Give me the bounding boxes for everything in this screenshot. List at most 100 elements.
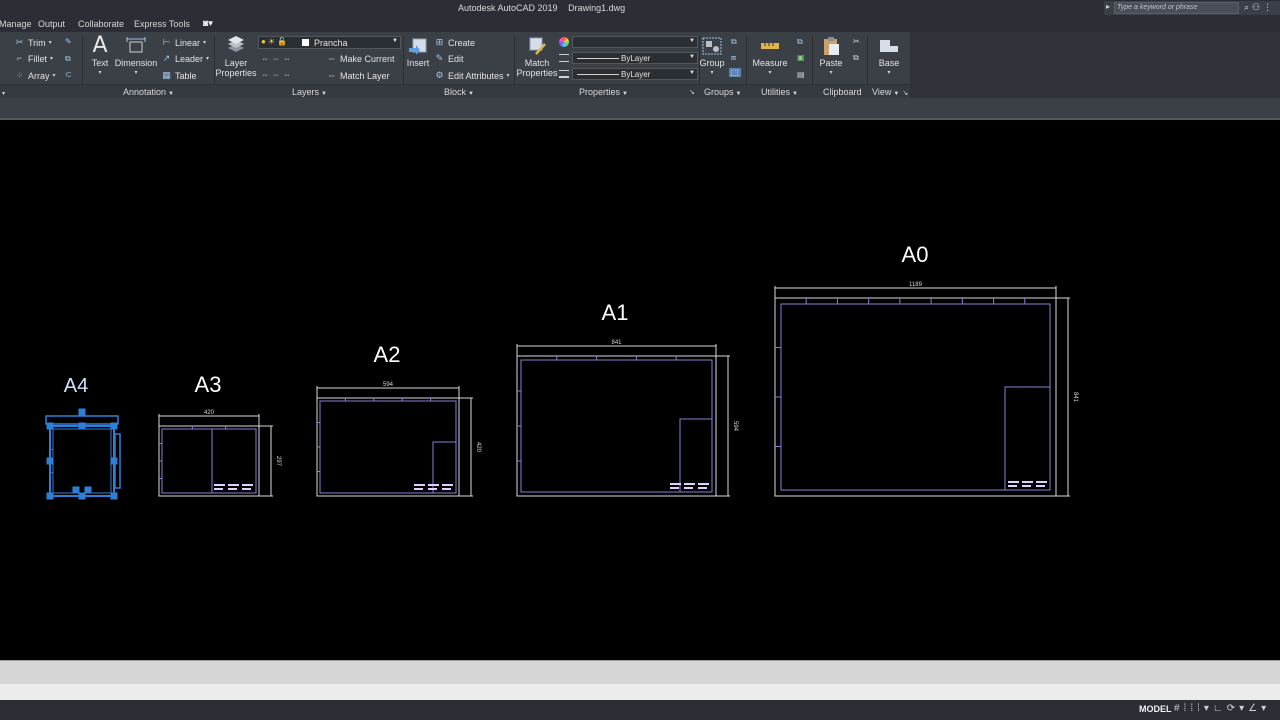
select-all-icon[interactable]: ▣: [797, 53, 805, 62]
tab-express-tools[interactable]: Express Tools: [134, 19, 190, 29]
expand-arrow-icon[interactable]: ▸: [1106, 2, 1110, 11]
dimension-button[interactable]: Dimension ▾: [113, 36, 159, 78]
group-edit-icon[interactable]: ⧈: [731, 53, 736, 63]
sheet-a2-label[interactable]: A2: [374, 342, 401, 367]
group-icon: [702, 37, 722, 55]
model-space-button[interactable]: MODEL: [1139, 704, 1172, 714]
table-button[interactable]: ▦ Table: [161, 70, 196, 81]
command-line[interactable]: [0, 660, 1280, 684]
panel-title-properties[interactable]: Properties ▼: [579, 87, 628, 97]
calculator-icon[interactable]: ▤: [797, 70, 805, 79]
drawing-svg[interactable]: A4 A3 420 297 A2 594 420 A1 841 594 A0 1189 841: [0, 120, 1280, 660]
sheet-a0-frame[interactable]: [774, 297, 1057, 497]
color-dropdown[interactable]: ▼: [572, 36, 698, 48]
sheet-a2-frame[interactable]: [316, 397, 460, 497]
text-icon: A: [92, 33, 108, 58]
drawing-canvas[interactable]: A4 A3 420 297 A2 594 420 A1 841 594 A0 1189 841: [0, 120, 1280, 660]
linetype-dropdown[interactable]: ByLayer ▼: [572, 52, 698, 64]
sheet-a1-width-dimension-text: 841: [611, 340, 622, 346]
sheet-a4-grip[interactable]: [78, 408, 86, 416]
match-properties-button[interactable]: Match Properties: [514, 36, 560, 78]
edit-attributes-button[interactable]: ⚙ Edit Attributes ▾: [434, 70, 509, 81]
make-current-button[interactable]: ⇔ Make Current: [326, 53, 395, 64]
status-toggle-icons[interactable]: #⁞⁞⁞▾∟⟳▾∠▾: [1174, 703, 1270, 714]
paste-button[interactable]: Paste ▾: [808, 36, 854, 78]
sheet-a0-title-block-line: [1022, 485, 1031, 487]
file-tab-strip: [0, 98, 1280, 120]
copy-icon[interactable]: ⧉: [65, 54, 71, 64]
sheet-a4-grip[interactable]: [46, 457, 54, 465]
app-title: Autodesk AutoCAD 2019: [458, 3, 558, 13]
array-button[interactable]: ⁘ Array ▾: [14, 70, 56, 81]
copy-clip-icon[interactable]: ⧉: [853, 53, 859, 63]
sheet-a3-title-block-line: [228, 484, 239, 486]
panel-title-view[interactable]: View ▼ ↘: [872, 87, 908, 97]
sheet-a1-title-block-line: [698, 483, 709, 485]
search-toolbar-icons[interactable]: ⌕⚇⋮: [1244, 2, 1275, 13]
sheet-a0-inner-border: [780, 303, 1051, 491]
quick-select-icon[interactable]: ⧉: [797, 37, 803, 47]
layer-tools-row1-icons[interactable]: ⇔⇔⇔: [261, 54, 294, 63]
sheet-a0-label[interactable]: A0: [902, 242, 929, 267]
sheet-a2-title-block-line: [428, 488, 437, 490]
panel-title-modify-caret[interactable]: ▾: [0, 87, 5, 97]
trim-button[interactable]: ✂ Trim ▾: [14, 37, 52, 48]
sheet-a4-grip[interactable]: [46, 492, 54, 500]
panel-title-layers[interactable]: Layers ▼: [292, 87, 327, 97]
sheet-a1-title-block-line: [698, 487, 707, 489]
sheet-a0-title-block-frame: [1004, 386, 1051, 491]
panel-title-clipboard[interactable]: Clipboard: [823, 87, 862, 97]
search-input[interactable]: Type a keyword or phrase: [1114, 2, 1239, 14]
layout-tabs-bar: [0, 684, 1280, 700]
sheet-a1-title-block-frame: [679, 418, 713, 493]
group-selection-icon[interactable]: ⬚: [729, 68, 741, 77]
tab-collaborate[interactable]: Collaborate: [78, 19, 124, 29]
linear-button[interactable]: ⊢ Linear ▾: [161, 37, 206, 48]
status-bar: MODEL #⁞⁞⁞▾∟⟳▾∠▾: [0, 700, 1280, 720]
linear-dimension-icon: ⊢: [162, 37, 171, 47]
tab-manage[interactable]: Manage: [0, 19, 32, 29]
edit-attributes-icon: ⚙: [435, 70, 444, 80]
sheet-a4-label[interactable]: A4: [64, 375, 88, 397]
sheet-a4-grip[interactable]: [110, 492, 118, 500]
fillet-button[interactable]: ⌐ Fillet ▾: [14, 53, 53, 64]
match-layer-button[interactable]: ⇔ Match Layer: [326, 70, 390, 81]
layer-stack-icon: [228, 36, 244, 52]
sheet-a4-grip[interactable]: [78, 492, 86, 500]
make-current-icon: ⇔: [327, 53, 336, 63]
panel-title-utilities[interactable]: Utilities ▼: [761, 87, 798, 97]
fillet-icon: ⌐: [16, 53, 23, 63]
panel-title-block[interactable]: Block ▼: [444, 87, 474, 97]
edit-block-button[interactable]: ✎ Edit: [434, 53, 464, 64]
sheet-a2-title-block-line: [442, 488, 451, 490]
sheet-a1-title-block-line: [684, 483, 695, 485]
panel-title-groups[interactable]: Groups ▼: [704, 87, 741, 97]
color-wheel-icon: [559, 37, 569, 47]
sheet-a4-grip[interactable]: [72, 486, 80, 494]
measure-button[interactable]: Measure ▾: [747, 36, 793, 78]
panel-title-annotation[interactable]: Annotation ▼: [123, 87, 174, 97]
layer-dropdown[interactable]: ●☀🔓 Prancha ▼: [258, 36, 401, 49]
ungroup-icon[interactable]: ⧉: [731, 37, 737, 47]
lineweight-dropdown[interactable]: ByLayer ▼: [572, 68, 698, 80]
sheet-a4-grip[interactable]: [110, 457, 118, 465]
create-block-button[interactable]: ⊞ Create: [434, 37, 475, 48]
sheet-a1-frame[interactable]: [516, 355, 717, 497]
layer-properties-button[interactable]: Layer Properties: [213, 36, 259, 78]
sheet-a4-grip[interactable]: [84, 486, 92, 494]
sheet-a4-frame[interactable]: [49, 425, 115, 497]
leader-button[interactable]: ↗ Leader ▾: [161, 53, 209, 64]
base-view-button[interactable]: Base ▾: [866, 36, 912, 78]
panel-toggle-icon[interactable]: ◙▾: [203, 18, 213, 29]
properties-dialog-launcher-icon[interactable]: ↘: [689, 88, 695, 96]
cut-icon[interactable]: ✂: [853, 37, 860, 46]
sheet-a3-label[interactable]: A3: [195, 372, 222, 397]
title-bar: Autodesk AutoCAD 2019 Drawing1.dwg ▸ Typ…: [0, 0, 1280, 16]
sheet-a1-label[interactable]: A1: [602, 300, 629, 325]
erase-icon[interactable]: ✎: [65, 37, 72, 46]
offset-icon[interactable]: ⊂: [65, 70, 72, 79]
tab-output[interactable]: Output: [38, 19, 65, 29]
sheet-a0-title-block-line: [1036, 485, 1045, 487]
sheet-a1-height-dimension-text: 594: [732, 421, 738, 432]
layer-tools-row2-icons[interactable]: ⇔⇔⇔: [261, 70, 294, 79]
